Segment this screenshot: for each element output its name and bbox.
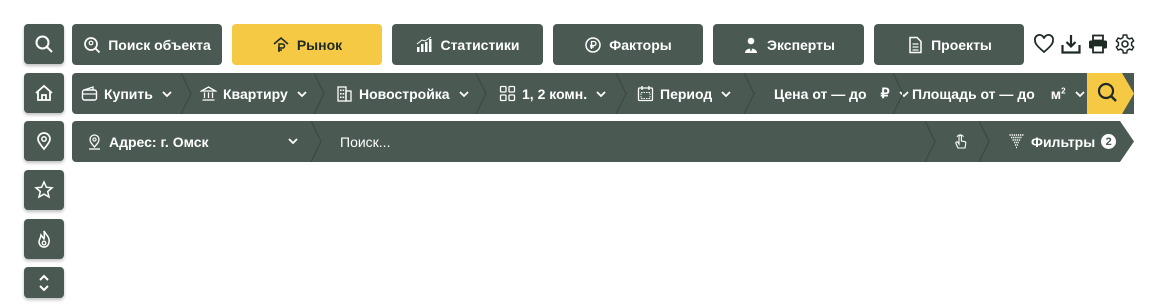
search-button[interactable] xyxy=(1087,73,1134,114)
area-unit-exponent: 2 xyxy=(1061,85,1066,95)
calendar-icon xyxy=(637,86,654,102)
separator xyxy=(924,121,936,162)
area-unit-base: м xyxy=(1050,85,1062,102)
sidebar-home-button[interactable] xyxy=(24,73,64,113)
tab-label: Эксперты xyxy=(767,36,835,53)
filters-count-badge: 2 xyxy=(1101,134,1117,149)
funnel-icon xyxy=(1009,134,1024,149)
property-type-dropdown[interactable]: Квартиру xyxy=(200,73,308,114)
ruble-house-icon xyxy=(273,36,289,52)
fire-icon xyxy=(38,230,50,248)
bank-icon xyxy=(200,86,217,101)
filter-bar: Купить Квартиру Новостройка 1, 2 комн. П… xyxy=(72,73,1134,114)
tab-projects[interactable]: Проекты xyxy=(874,24,1024,65)
area-range-dropdown[interactable]: Площадь от — до м2 xyxy=(912,73,1086,114)
separator xyxy=(313,73,325,114)
price-range-label: Цена от — до xyxy=(774,85,867,102)
filters-label: Фильтры xyxy=(1031,133,1096,150)
favorite-button[interactable] xyxy=(1033,33,1055,55)
period-value: Период xyxy=(660,85,713,102)
download-button[interactable] xyxy=(1060,33,1082,55)
separator xyxy=(978,121,990,162)
location-pin-icon xyxy=(89,134,100,150)
address-dropdown[interactable]: Адрес: г. Омск xyxy=(86,121,209,162)
settings-button[interactable] xyxy=(1114,33,1136,55)
download-icon xyxy=(1061,35,1081,54)
chevron-down-icon xyxy=(288,138,298,145)
gear-icon xyxy=(1115,34,1135,54)
expand-collapse-icon xyxy=(39,274,49,291)
grid-icon xyxy=(499,85,516,102)
tab-market[interactable]: Рынок xyxy=(232,24,382,65)
heart-icon xyxy=(1034,34,1054,54)
ruble-coin-icon xyxy=(585,36,601,53)
sidebar-location-button[interactable] xyxy=(24,121,64,161)
separator xyxy=(310,121,322,162)
separator xyxy=(892,73,904,114)
deal-type-dropdown[interactable]: Купить xyxy=(81,73,173,114)
rooms-value: 1, 2 комн. xyxy=(522,85,588,102)
tab-experts[interactable]: Эксперты xyxy=(713,24,864,65)
sidebar-hot-button[interactable] xyxy=(24,219,64,259)
search-icon xyxy=(35,35,53,53)
separator xyxy=(743,73,755,114)
touch-select-button[interactable] xyxy=(952,121,969,162)
tab-statistics[interactable]: Статистики xyxy=(392,24,543,65)
deal-type-value: Купить xyxy=(104,85,153,102)
price-range-dropdown[interactable]: Цена от — до ₽ xyxy=(774,73,910,114)
person-icon xyxy=(745,37,757,53)
sidebar-search-button[interactable] xyxy=(24,24,64,64)
search-placeholder: Поиск... xyxy=(340,133,391,150)
address-value: Адрес: г. Омск xyxy=(109,133,209,150)
tab-label: Поиск объекта xyxy=(108,36,211,53)
print-button[interactable] xyxy=(1087,33,1109,55)
category-value: Новостройка xyxy=(359,85,450,102)
separator xyxy=(615,73,627,114)
area-unit: м2 xyxy=(1051,86,1066,102)
search-pin-icon xyxy=(84,36,101,53)
hand-pointer-icon xyxy=(955,134,967,149)
chevron-down-icon xyxy=(162,90,172,97)
tab-label: Рынок xyxy=(296,36,343,53)
building-icon xyxy=(337,86,352,102)
chevron-down-icon xyxy=(596,90,606,97)
filters-button[interactable]: Фильтры 2 xyxy=(1008,121,1117,162)
home-icon xyxy=(35,84,53,101)
bar-chart-icon xyxy=(417,36,432,52)
address-search-input[interactable]: Поиск... xyxy=(340,121,920,162)
sidebar-expand-button[interactable] xyxy=(24,267,64,298)
rooms-dropdown[interactable]: 1, 2 комн. xyxy=(499,73,607,114)
chevron-down-icon xyxy=(297,90,307,97)
property-type-value: Квартиру xyxy=(223,85,288,102)
star-icon xyxy=(34,180,54,199)
area-range-label: Площадь от — до xyxy=(912,85,1035,102)
chevron-down-icon xyxy=(458,90,469,97)
tab-label: Факторы xyxy=(609,36,672,53)
sidebar-favorites-button[interactable] xyxy=(24,170,64,210)
separator xyxy=(180,73,192,114)
chevron-down-icon xyxy=(721,90,731,97)
address-bar: Адрес: г. Омск Поиск... Фильтры 2 xyxy=(72,121,1120,162)
category-dropdown[interactable]: Новостройка xyxy=(336,73,470,114)
wallet-icon xyxy=(81,86,98,101)
price-unit: ₽ xyxy=(880,85,890,101)
print-icon xyxy=(1089,34,1107,54)
tab-label: Проекты xyxy=(931,36,992,53)
tab-object-search[interactable]: Поиск объекта xyxy=(72,24,222,65)
document-icon xyxy=(909,36,922,53)
chevron-down-icon xyxy=(1074,90,1085,97)
period-dropdown[interactable]: Период xyxy=(637,73,732,114)
location-pin-icon xyxy=(37,132,51,151)
separator xyxy=(475,73,487,114)
address-bar-arrow-end xyxy=(1120,121,1134,162)
tab-label: Статистики xyxy=(440,36,520,53)
tab-factors[interactable]: Факторы xyxy=(553,24,703,65)
